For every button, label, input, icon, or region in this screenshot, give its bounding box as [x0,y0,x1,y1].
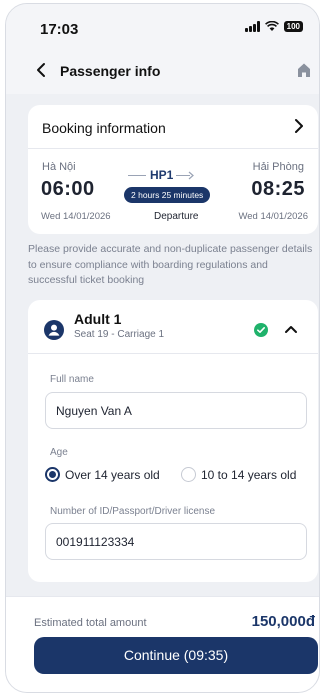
divider [28,353,318,354]
battery-icon: 100 [283,21,303,32]
age-label: Age [50,447,68,458]
route-line-left [128,175,146,176]
arrive-date: Wed 14/01/2026 [238,211,308,222]
compliance-notice: Please provide accurate and non-duplicat… [28,243,313,286]
home-icon[interactable] [297,62,311,78]
signal-icon [244,21,260,32]
from-station: Hà Nội [42,161,76,173]
wifi-icon [264,21,279,31]
app-header: Passenger info [6,48,319,94]
duration-badge: 2 hours 25 minutes [124,187,211,203]
id-number-label: Number of ID/Passport/Driver license [50,506,216,517]
age-option-label: 10 to 14 years old [201,467,297,482]
status-time: 17:03 [40,21,79,38]
back-arrow-icon[interactable] [34,61,50,79]
full-name-field[interactable]: Nguyen Van A [45,392,307,429]
radio-unselected-icon[interactable] [181,467,196,482]
person-icon [44,320,64,340]
continue-button[interactable]: Continue (09:35) [34,637,318,674]
depart-time: 06:00 [41,178,95,200]
direction-label: Departure [154,211,199,222]
passenger-seat: Seat 19 - Carriage 1 [74,329,165,340]
arrive-time: 08:25 [251,178,305,200]
check-circle-icon [254,323,268,337]
status-icons: 100 [244,21,303,32]
to-station: Hải Phòng [252,161,304,173]
age-option-10-14[interactable]: 10 to 14 years old [181,467,296,482]
full-name-label: Full name [50,374,94,385]
passenger-name: Adult 1 [74,311,122,327]
passenger-card: Adult 1 Seat 19 - Carriage 1 Full name N… [28,300,318,582]
chevron-right-icon[interactable] [294,118,304,134]
total-amount: 150,000đ [251,613,315,630]
chevron-up-icon[interactable] [284,324,298,334]
booking-info-title[interactable]: Booking information [42,120,166,136]
age-option-over-14[interactable]: Over 14 years old [45,467,160,482]
radio-selected-icon[interactable] [45,467,60,482]
phone-screen: 17:03 100 Passenger info Booking informa… [5,3,320,693]
booking-info-card: Booking information Hà Nội Hải Phòng HP1… [28,105,318,234]
depart-date: Wed 14/01/2026 [41,211,111,222]
id-number-field[interactable]: 001911123334 [45,523,307,560]
page-title: Passenger info [60,63,161,79]
age-option-label: Over 14 years old [65,467,160,482]
status-bar: 17:03 100 [6,4,319,48]
estimated-total-label: Estimated total amount [34,617,147,629]
divider [28,148,318,149]
footer-bar: Estimated total amount 150,000đ Continue… [6,596,319,692]
train-code: HP1 [150,168,174,182]
arrow-right-icon [188,171,194,180]
